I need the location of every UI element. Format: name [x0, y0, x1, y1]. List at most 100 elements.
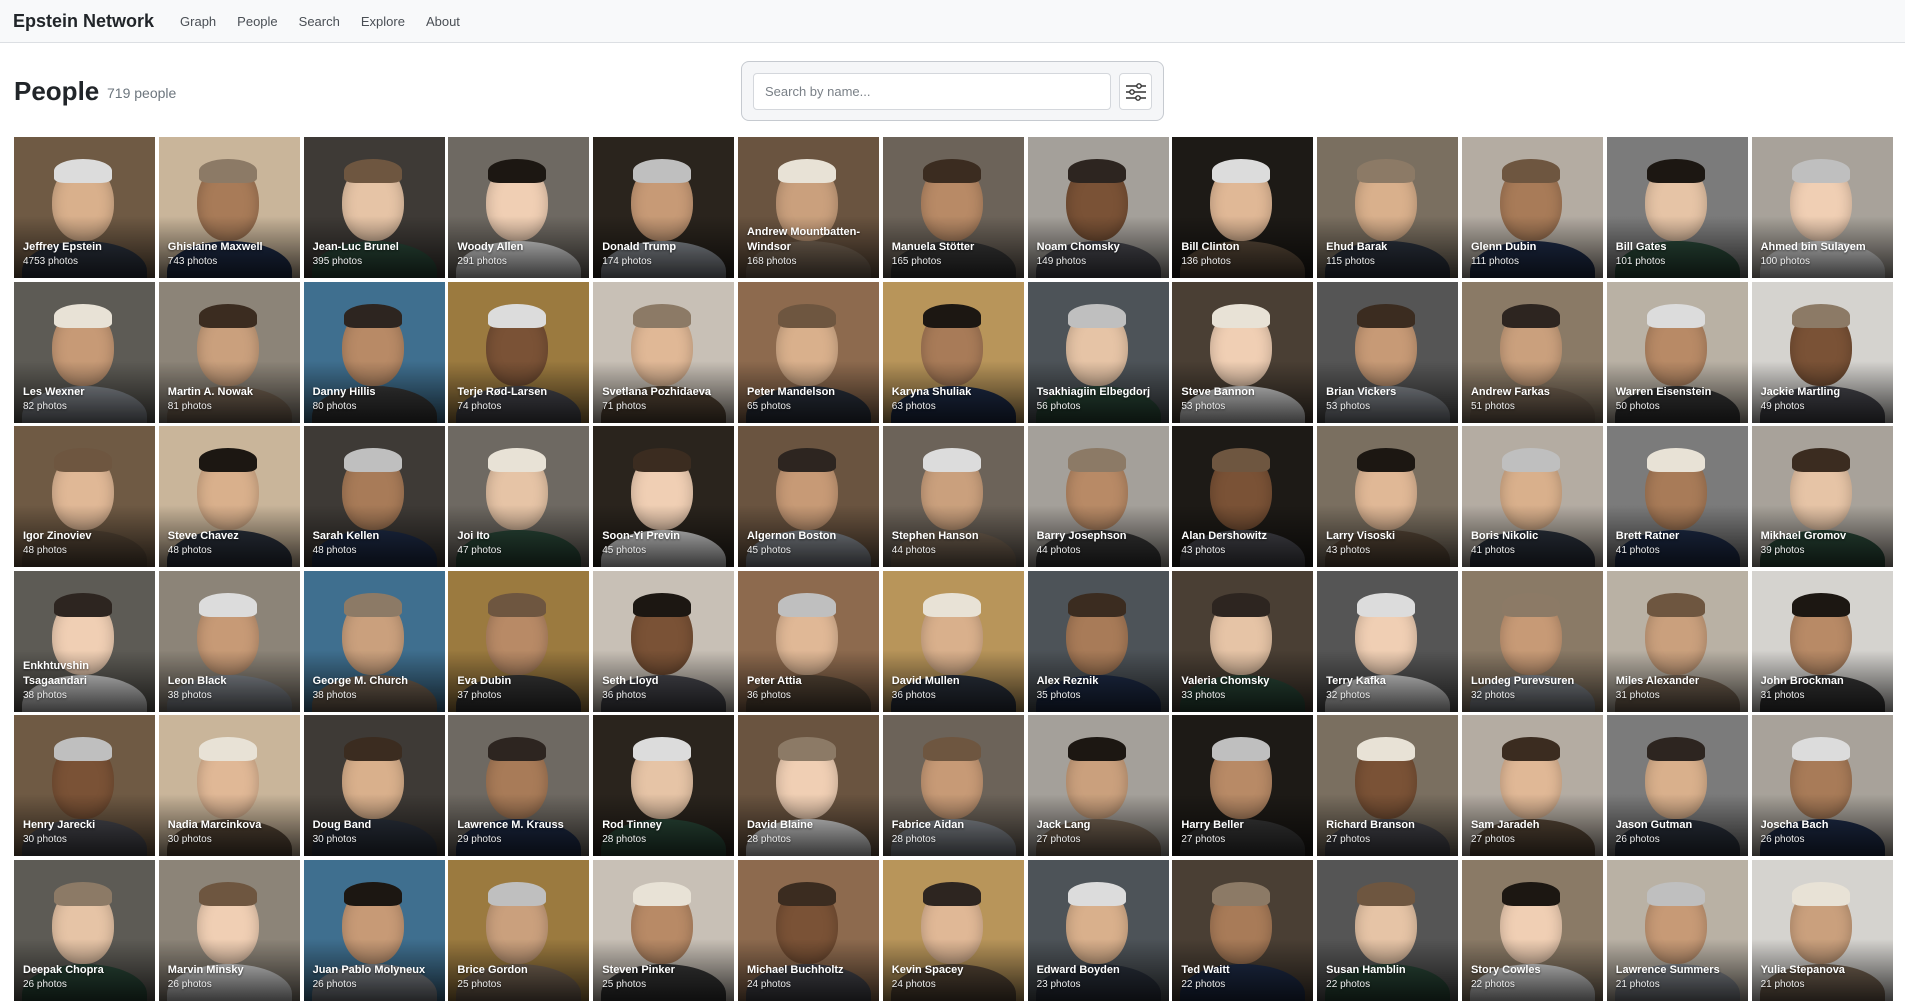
person-card[interactable]: Peter Mandelson 65 photos: [737, 281, 879, 423]
person-card[interactable]: Igor Zinoviev 48 photos: [14, 426, 155, 568]
person-card[interactable]: Donald Trump 174 photos: [593, 137, 735, 278]
person-card[interactable]: Joi Ito 47 photos: [448, 426, 590, 568]
person-card[interactable]: Marvin Minsky 26 photos: [158, 859, 300, 1001]
nav-link-explore[interactable]: Explore: [361, 14, 405, 29]
person-card[interactable]: Alex Reznik 35 photos: [1027, 570, 1169, 712]
person-card[interactable]: Bill Clinton 136 photos: [1172, 137, 1314, 278]
person-card[interactable]: Michael Buchholtz 24 photos: [737, 859, 879, 1001]
person-card[interactable]: Story Cowles 22 photos: [1461, 859, 1603, 1001]
person-name: Terry Kafka: [1326, 674, 1386, 687]
person-card[interactable]: Sarah Kellen 48 photos: [303, 426, 445, 568]
person-card[interactable]: Ehud Barak 115 photos: [1317, 137, 1459, 278]
person-card[interactable]: Sam Jaradeh 27 photos: [1461, 715, 1603, 857]
person-photo-count: 111 photos: [1470, 256, 1519, 267]
person-card[interactable]: Susan Hamblin 22 photos: [1317, 859, 1459, 1001]
nav-link-search[interactable]: Search: [299, 14, 340, 29]
person-card[interactable]: Lundeg Purevsuren 32 photos: [1461, 570, 1603, 712]
person-card[interactable]: Les Wexner 82 photos: [14, 281, 155, 423]
person-card[interactable]: Seth Lloyd 36 photos: [593, 570, 735, 712]
person-card[interactable]: Ghislaine Maxwell 743 photos: [158, 137, 300, 278]
person-card[interactable]: Steve Bannon 53 photos: [1172, 281, 1314, 423]
person-card[interactable]: Lawrence Summers 21 photos: [1606, 859, 1748, 1001]
person-card[interactable]: Edward Boyden 23 photos: [1027, 859, 1169, 1001]
person-card[interactable]: Jason Gutman 26 photos: [1606, 715, 1748, 857]
person-photo-count: 24 photos: [891, 978, 936, 990]
person-name: Brett Ratner: [1615, 530, 1680, 543]
nav-link-about[interactable]: About: [426, 14, 460, 29]
person-card[interactable]: Stephen Hanson 44 photos: [882, 426, 1024, 568]
person-card[interactable]: John Brockman 31 photos: [1751, 570, 1893, 712]
person-card[interactable]: Barry Josephson 44 photos: [1027, 426, 1169, 568]
person-card[interactable]: Larry Visoski 43 photos: [1317, 426, 1459, 568]
person-card[interactable]: Deepak Chopra 26 photos: [14, 859, 155, 1001]
person-card[interactable]: Valeria Chomsky 33 photos: [1172, 570, 1314, 712]
person-name: Jean-Luc Brunel: [312, 241, 399, 253]
person-photo-hair: [1791, 737, 1850, 762]
person-card[interactable]: Lawrence M. Krauss 29 photos: [448, 715, 590, 857]
person-card[interactable]: Jack Lang 27 photos: [1027, 715, 1169, 857]
person-name: Woody Allen: [457, 241, 524, 253]
person-card[interactable]: Rod Tinney 28 photos: [593, 715, 735, 857]
person-card[interactable]: Doug Band 30 photos: [303, 715, 445, 857]
person-photo-hair: [488, 303, 547, 328]
person-card[interactable]: Glenn Dubin 111 photos: [1461, 137, 1603, 278]
person-card[interactable]: Ahmed bin Sulayem 100 photos: [1751, 137, 1893, 278]
filter-button[interactable]: [1119, 73, 1152, 110]
person-card[interactable]: Boris Nikolic 41 photos: [1461, 426, 1603, 568]
person-card[interactable]: Brett Ratner 41 photos: [1606, 426, 1748, 568]
person-card[interactable]: Woody Allen 291 photos: [448, 137, 590, 278]
person-card[interactable]: Henry Jarecki 30 photos: [14, 715, 155, 857]
person-caption: Peter Mandelson 65 photos: [747, 385, 873, 414]
person-card[interactable]: Harry Beller 27 photos: [1172, 715, 1314, 857]
person-card[interactable]: Jackie Martling 49 photos: [1751, 281, 1893, 423]
person-card[interactable]: Steven Pinker 25 photos: [593, 859, 735, 1001]
person-card[interactable]: Juan Pablo Molyneux 26 photos: [303, 859, 445, 1001]
person-card[interactable]: Fabrice Aidan 28 photos: [882, 715, 1024, 857]
person-photo-count: 28 photos: [602, 834, 647, 846]
person-card[interactable]: Kevin Spacey 24 photos: [882, 859, 1024, 1001]
person-card[interactable]: Noam Chomsky 149 photos: [1027, 137, 1169, 278]
person-photo-hair: [777, 159, 836, 183]
person-card[interactable]: Alan Dershowitz 43 photos: [1172, 426, 1314, 568]
person-card[interactable]: Peter Attia 36 photos: [737, 570, 879, 712]
person-card[interactable]: David Blaine 28 photos: [737, 715, 879, 857]
person-card[interactable]: Terry Kafka 32 photos: [1317, 570, 1459, 712]
person-card[interactable]: Steve Chavez 48 photos: [158, 426, 300, 568]
person-card[interactable]: Jeffrey Epstein 4753 photos: [14, 137, 155, 278]
person-card[interactable]: Soon-Yi Previn 45 photos: [593, 426, 735, 568]
person-card[interactable]: Terje Rød-Larsen 74 photos: [448, 281, 590, 423]
person-card[interactable]: Bill Gates 101 photos: [1606, 137, 1748, 278]
person-card[interactable]: Eva Dubin 37 photos: [448, 570, 590, 712]
person-card[interactable]: Andrew Mountbatten-Windsor 168 photos: [737, 137, 879, 278]
brand-logo[interactable]: Epstein Network: [13, 11, 154, 32]
person-photo-hair: [198, 881, 257, 906]
person-card[interactable]: Svetlana Pozhidaeva 71 photos: [593, 281, 735, 423]
person-photo-hair: [777, 881, 836, 906]
person-card[interactable]: Enkhtuvshin Tsagaandari 38 photos: [14, 570, 155, 712]
person-card[interactable]: Martin A. Nowak 81 photos: [158, 281, 300, 423]
person-card[interactable]: Manuela Stötter 165 photos: [882, 137, 1024, 278]
person-card[interactable]: Danny Hillis 80 photos: [303, 281, 445, 423]
nav-link-graph[interactable]: Graph: [180, 14, 216, 29]
person-card[interactable]: Mikhael Gromov 39 photos: [1751, 426, 1893, 568]
person-card[interactable]: Yulia Stepanova 21 photos: [1751, 859, 1893, 1001]
person-card[interactable]: Algernon Boston 45 photos: [737, 426, 879, 568]
person-card[interactable]: Miles Alexander 31 photos: [1606, 570, 1748, 712]
nav-link-people[interactable]: People: [237, 14, 277, 29]
person-card[interactable]: David Mullen 36 photos: [882, 570, 1024, 712]
person-card[interactable]: George M. Church 38 photos: [303, 570, 445, 712]
person-card[interactable]: Warren Eisenstein 50 photos: [1606, 281, 1748, 423]
person-caption: Steve Bannon 53 photos: [1181, 385, 1307, 414]
person-card[interactable]: Andrew Farkas 51 photos: [1461, 281, 1603, 423]
person-card[interactable]: Nadia Marcinkova 30 photos: [158, 715, 300, 857]
person-card[interactable]: Tsakhiagiin Elbegdorj 56 photos: [1027, 281, 1169, 423]
person-card[interactable]: Richard Branson 27 photos: [1317, 715, 1459, 857]
search-input[interactable]: [753, 73, 1111, 110]
person-card[interactable]: Brian Vickers 53 photos: [1317, 281, 1459, 423]
person-card[interactable]: Joscha Bach 26 photos: [1751, 715, 1893, 857]
person-card[interactable]: Jean-Luc Brunel 395 photos: [303, 137, 445, 278]
person-card[interactable]: Ted Waitt 22 photos: [1172, 859, 1314, 1001]
person-card[interactable]: Karyna Shuliak 63 photos: [882, 281, 1024, 423]
person-card[interactable]: Brice Gordon 25 photos: [448, 859, 590, 1001]
person-card[interactable]: Leon Black 38 photos: [158, 570, 300, 712]
